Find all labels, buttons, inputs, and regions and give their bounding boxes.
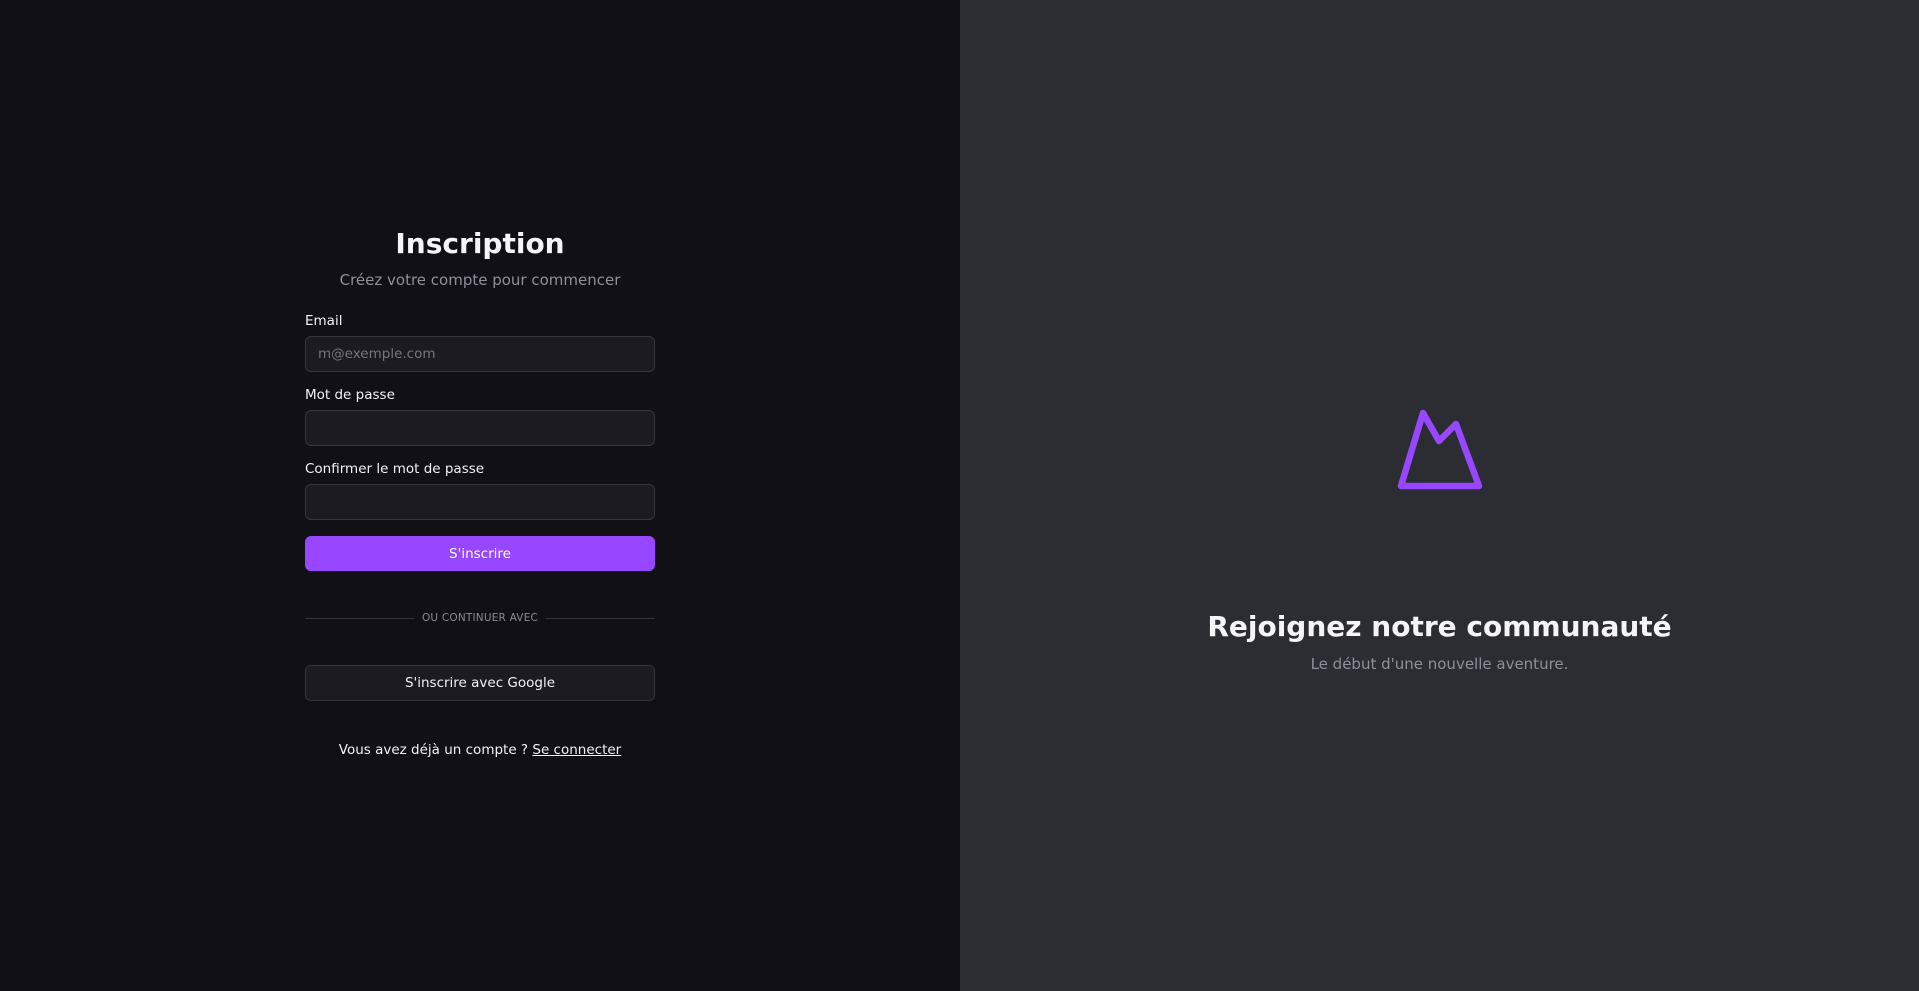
login-link[interactable]: Se connecter	[532, 742, 621, 758]
hero-subtitle: Le début d'une nouvelle aventure.	[1310, 655, 1569, 673]
google-signup-button[interactable]: S'inscrire avec Google	[305, 665, 655, 701]
divider-line-left	[305, 617, 414, 619]
signup-page: Inscription Créez votre compte pour comm…	[0, 0, 1919, 991]
signup-button[interactable]: S'inscrire	[305, 536, 655, 571]
login-prompt: Vous avez déjà un compte ? Se connecter	[305, 741, 655, 759]
confirm-password-label: Confirmer le mot de passe	[305, 461, 485, 477]
divider-text: OU CONTINUER AVEC	[421, 612, 539, 624]
confirm-password-field[interactable]	[305, 484, 655, 520]
password-field[interactable]	[305, 410, 655, 446]
signup-panel: Inscription Créez votre compte pour comm…	[0, 0, 960, 991]
email-label: Email	[305, 313, 343, 329]
email-field[interactable]	[305, 336, 655, 372]
login-prompt-text: Vous avez déjà un compte ?	[338, 742, 529, 758]
email-group: Email	[305, 312, 655, 372]
divider-line-right	[546, 617, 655, 619]
confirm-password-group: Confirmer le mot de passe	[305, 460, 655, 520]
hero: Rejoignez notre communauté Le début d'un…	[960, 405, 1919, 674]
hero-panel: Rejoignez notre communauté Le début d'un…	[960, 0, 1919, 991]
mountain-logo-icon	[1397, 409, 1482, 490]
password-group: Mot de passe	[305, 386, 655, 446]
signup-form: Inscription Créez votre compte pour comm…	[305, 224, 655, 759]
hero-title: Rejoignez notre communauté	[1207, 610, 1672, 643]
divider: OU CONTINUER AVEC	[305, 611, 655, 625]
page-subtitle: Créez votre compte pour commencer	[339, 271, 621, 289]
password-label: Mot de passe	[305, 387, 395, 403]
page-title: Inscription	[395, 227, 565, 260]
